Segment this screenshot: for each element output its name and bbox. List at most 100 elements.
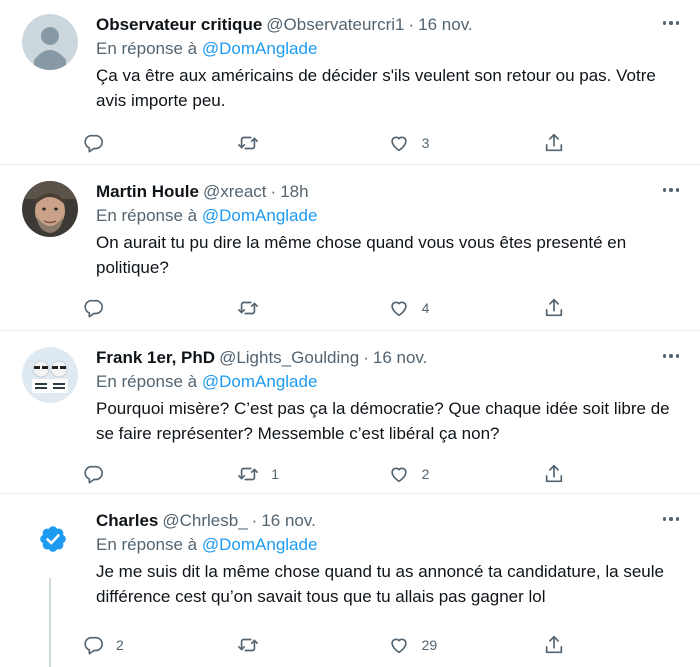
- tweet-text: Je me suis dit la même chose quand tu as…: [96, 562, 664, 606]
- separator-dot: ·: [270, 182, 277, 201]
- retweet-count: 1: [271, 466, 280, 482]
- share-icon: [545, 298, 563, 317]
- tweet-time[interactable]: 16 nov.: [418, 14, 473, 36]
- tweet-time[interactable]: 16 nov.: [261, 510, 316, 532]
- reply-context: En réponse à @DomAnglade: [96, 371, 684, 393]
- reply-context: En réponse à @DomAnglade: [96, 38, 684, 60]
- share-button[interactable]: [543, 132, 572, 154]
- tweet-time[interactable]: 16 nov.: [373, 347, 428, 369]
- more-options-icon[interactable]: [658, 508, 684, 530]
- tweet-body: Observateur critique @Observateurcri1 · …: [82, 14, 684, 164]
- retweet-button[interactable]: 1: [237, 463, 387, 485]
- reply-icon: [84, 299, 103, 318]
- reply-icon: [84, 134, 103, 153]
- heart-icon: [390, 136, 407, 152]
- reply-prefix: En réponse à: [96, 535, 198, 554]
- tweet-header: Martin Houle @xreact · 18h: [96, 181, 684, 203]
- avatar-column: [22, 510, 82, 667]
- tweet-body: Frank 1er, PhD @Lights_Goulding · 16 nov…: [82, 347, 684, 493]
- retweet-icon: [238, 638, 259, 652]
- tweet[interactable]: Observateur critique @Observateurcri1 · …: [0, 0, 700, 165]
- like-count: 2: [421, 466, 430, 482]
- share-button[interactable]: [543, 297, 572, 319]
- separator-dot: ·: [363, 348, 369, 367]
- tweet-header: Frank 1er, PhD @Lights_Goulding · 16 nov…: [96, 347, 684, 369]
- reply-context: En réponse à @DomAnglade: [96, 534, 684, 556]
- author-name[interactable]: Observateur critique: [96, 14, 262, 36]
- tweet-text: Pourquoi misère? C’est pas ça la démocra…: [96, 399, 670, 443]
- avatar-column: [22, 181, 82, 330]
- heart-icon: [390, 638, 407, 654]
- separator-dot: ·: [251, 511, 258, 530]
- more-options-icon[interactable]: [658, 345, 684, 367]
- reply-button[interactable]: [82, 463, 237, 485]
- retweet-button[interactable]: [237, 297, 387, 319]
- more-options-icon[interactable]: [658, 179, 684, 201]
- like-count: 29: [421, 637, 438, 653]
- reply-to-link[interactable]: @DomAnglade: [202, 206, 318, 225]
- verified-badge-icon[interactable]: [38, 524, 68, 554]
- reply-context: En réponse à @DomAnglade: [96, 205, 684, 227]
- reply-to-link[interactable]: @DomAnglade: [202, 535, 318, 554]
- avatar-column: [22, 14, 82, 164]
- like-button[interactable]: 2: [388, 463, 543, 485]
- avatar[interactable]: [22, 347, 78, 403]
- tweet[interactable]: Charles @Chrlesb_ · 16 nov. En réponse à…: [0, 494, 700, 667]
- reply-count: 2: [116, 637, 124, 653]
- share-button[interactable]: [543, 463, 572, 485]
- tweet[interactable]: Martin Houle @xreact · 18h En réponse à …: [0, 165, 700, 331]
- share-button[interactable]: [543, 634, 572, 656]
- reply-icon: [84, 636, 103, 655]
- tweet-body: Martin Houle @xreact · 18h En réponse à …: [82, 181, 684, 330]
- like-count: 3: [421, 135, 430, 151]
- reply-to-link[interactable]: @DomAnglade: [202, 39, 318, 58]
- tweet-actions: 1 2: [82, 463, 572, 485]
- separator-dot: ·: [408, 15, 415, 34]
- heart-icon: [390, 301, 407, 317]
- reply-prefix: En réponse à: [96, 39, 198, 58]
- tweet-header: Charles @Chrlesb_ · 16 nov.: [96, 510, 684, 532]
- share-icon: [545, 464, 563, 483]
- like-count: 4: [421, 300, 430, 316]
- retweet-icon: [238, 301, 259, 315]
- like-button[interactable]: 4: [388, 297, 543, 319]
- author-name[interactable]: Charles: [96, 510, 158, 532]
- heart-icon: [390, 467, 407, 483]
- tweet-text: On aurait tu pu dire la même chose quand…: [96, 233, 627, 277]
- share-icon: [545, 133, 563, 152]
- like-button[interactable]: 29: [388, 634, 543, 656]
- reply-prefix: En réponse à: [96, 372, 198, 391]
- avatar[interactable]: [22, 14, 78, 70]
- retweet-icon: [238, 136, 259, 150]
- tweet-time[interactable]: 18h: [280, 181, 308, 203]
- avatar-column: [22, 347, 82, 493]
- tweet-actions: 3: [82, 132, 572, 154]
- thread-line: [49, 578, 51, 667]
- like-button[interactable]: 3: [388, 132, 543, 154]
- tweet-header: Observateur critique @Observateurcri1 · …: [96, 14, 684, 36]
- retweet-button[interactable]: [237, 634, 387, 656]
- retweet-button[interactable]: [237, 132, 387, 154]
- tweet-actions: 2 29: [82, 634, 572, 656]
- reply-prefix: En réponse à: [96, 206, 198, 225]
- author-handle[interactable]: @Observateurcri1: [266, 14, 404, 36]
- author-name[interactable]: Martin Houle: [96, 181, 199, 203]
- tweet-body: Charles @Chrlesb_ · 16 nov. En réponse à…: [82, 510, 684, 667]
- reply-icon: [84, 465, 103, 484]
- reply-button[interactable]: 2: [82, 634, 237, 656]
- tweet-feed: Observateur critique @Observateurcri1 · …: [0, 0, 700, 667]
- avatar[interactable]: [22, 181, 78, 237]
- more-options-icon[interactable]: [658, 12, 684, 34]
- retweet-icon: [238, 467, 259, 481]
- reply-button[interactable]: [82, 297, 237, 319]
- author-handle[interactable]: @xreact: [203, 181, 267, 203]
- author-handle[interactable]: @Lights_Goulding: [219, 347, 359, 369]
- author-handle[interactable]: @Chrlesb_: [162, 510, 247, 532]
- tweet-text: Ça va être aux américains de décider s'i…: [96, 66, 656, 110]
- tweet[interactable]: Frank 1er, PhD @Lights_Goulding · 16 nov…: [0, 331, 700, 494]
- tweet-actions: 4: [82, 297, 572, 319]
- author-name[interactable]: Frank 1er, PhD: [96, 347, 215, 369]
- reply-button[interactable]: [82, 132, 237, 154]
- reply-to-link[interactable]: @DomAnglade: [202, 372, 318, 391]
- share-icon: [545, 635, 563, 654]
